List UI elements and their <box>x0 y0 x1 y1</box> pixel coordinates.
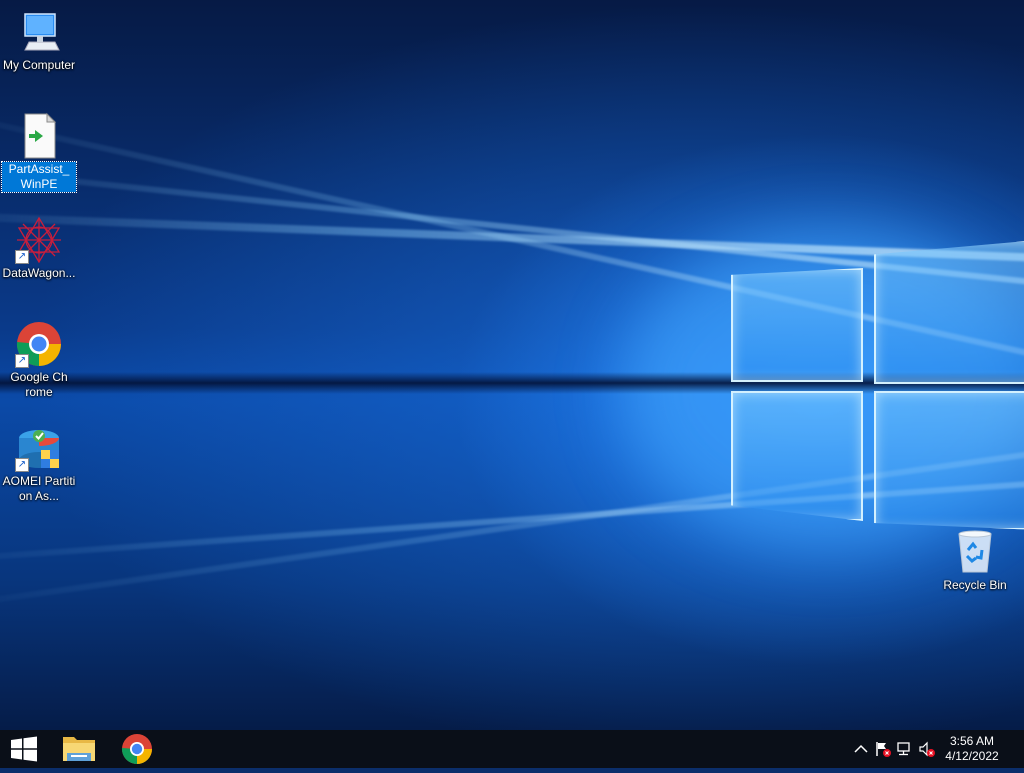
clock-date: 4/12/2022 <box>945 749 999 763</box>
clock-time: 3:56 AM <box>949 734 995 748</box>
windows-logo-icon <box>11 736 37 762</box>
clock[interactable]: 3:56 AM 4/12/2022 <box>942 734 1002 764</box>
network-icon[interactable] <box>896 740 914 758</box>
desktop-icon-partassist-winpe[interactable]: PartAssist_WinPE <box>0 112 78 193</box>
taskbar-chrome-button[interactable] <box>112 730 162 768</box>
aomei-partition-icon: ↗ <box>15 424 63 472</box>
chevron-up-icon[interactable] <box>852 740 870 758</box>
desktop-icon-label: PartAssist_WinPE <box>1 161 77 193</box>
action-center-flag-icon[interactable] <box>874 740 892 758</box>
chrome-icon: ↗ <box>15 320 63 368</box>
desktop-icon-label: AOMEI Partition As... <box>2 474 76 503</box>
file-icon <box>15 112 63 160</box>
shortcut-arrow-icon: ↗ <box>15 250 29 264</box>
datawagon-logo-icon: ↗ <box>15 216 63 264</box>
volume-muted-icon[interactable] <box>918 740 936 758</box>
recycle-bin-icon <box>951 528 999 576</box>
desktop-icon-aomei-partition[interactable]: ↗ AOMEI Partition As... <box>0 424 78 504</box>
computer-icon <box>15 8 63 56</box>
desktop-icon-label: Recycle Bin <box>943 578 1007 592</box>
shortcut-arrow-icon: ↗ <box>15 458 29 472</box>
chrome-icon <box>121 734 152 765</box>
desktop-icon-my-computer[interactable]: My Computer <box>0 8 78 73</box>
start-button[interactable] <box>0 730 48 768</box>
desktop-background[interactable]: My Computer PartAssist_WinPE ↗ DataWagon… <box>0 0 1024 730</box>
taskbar: 3:56 AM 4/12/2022 <box>0 730 1024 768</box>
desktop-icon-google-chrome[interactable]: ↗ Google Chrome <box>0 320 78 400</box>
system-tray: 3:56 AM 4/12/2022 <box>844 730 1024 768</box>
desktop-icon-recycle-bin[interactable]: Recycle Bin <box>936 528 1014 593</box>
shortcut-arrow-icon: ↗ <box>15 354 29 368</box>
desktop-icon-label: My Computer <box>2 58 76 72</box>
folder-icon <box>63 737 95 761</box>
desktop-icon-datawagon[interactable]: ↗ DataWagon... <box>0 216 78 281</box>
taskbar-file-explorer-button[interactable] <box>54 730 104 768</box>
desktop-icon-label: DataWagon... <box>2 266 76 280</box>
desktop-icon-label: Google Chrome <box>10 370 68 399</box>
